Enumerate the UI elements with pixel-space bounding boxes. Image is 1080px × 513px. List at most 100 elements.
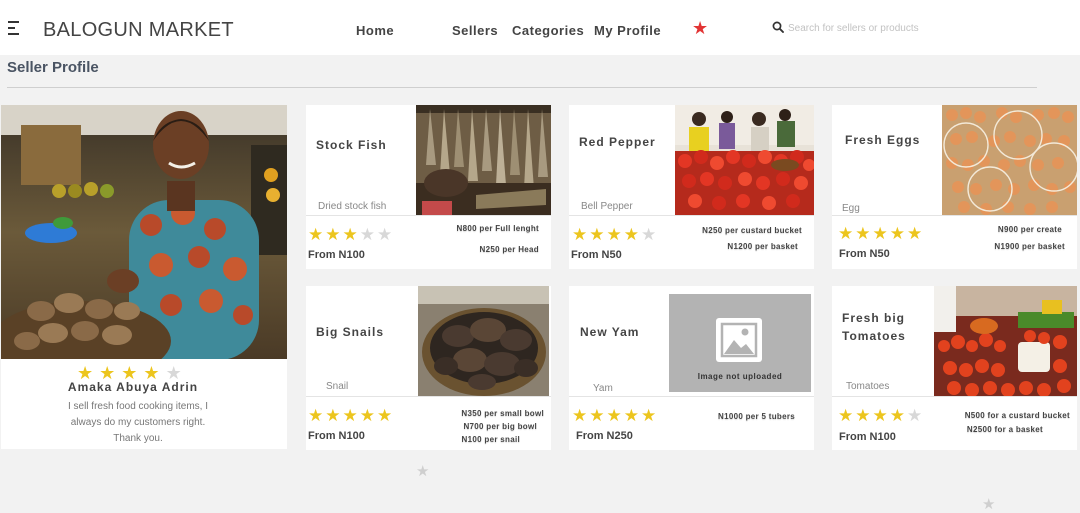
- star-icon: ★: [342, 406, 360, 425]
- menu-icon[interactable]: [8, 21, 19, 36]
- star-icon: ★: [855, 224, 873, 243]
- star-icon: ★: [872, 406, 890, 425]
- star-icon: ★: [359, 225, 377, 244]
- star-icon: ★: [872, 224, 890, 243]
- divider: [306, 396, 551, 397]
- star-icon: ★: [623, 406, 641, 425]
- seller-bio-line: I sell fresh food cooking items, I: [67, 401, 209, 412]
- product-card-fresh-eggs[interactable]: Fresh Eggs Egg ★★★★★ N900 per create N19…: [832, 105, 1077, 269]
- star-icon: ★: [572, 225, 590, 244]
- product-card-new-yam[interactable]: New Yam Yam Image not uploaded ★★★★★ N10…: [569, 286, 814, 450]
- image-placeholder-icon: [716, 318, 762, 362]
- product-card-fresh-big-tomatoes[interactable]: Fresh big Tomatoes Tomatoes ★★★★★ N500 f…: [832, 286, 1077, 450]
- star-icon: ★: [606, 225, 624, 244]
- nav-home[interactable]: Home: [356, 23, 394, 38]
- star-icon: ★: [342, 225, 360, 244]
- seller-bio-line: always do my customers right.: [70, 417, 206, 428]
- product-from-price: From N100: [308, 430, 365, 442]
- product-name: Big Snails: [316, 325, 385, 339]
- product-rating: ★★★★★: [838, 225, 924, 242]
- divider: [832, 396, 1077, 397]
- image-placeholder-label: Image not uploaded: [697, 372, 783, 381]
- nav-categories[interactable]: Categories: [512, 23, 584, 38]
- price-option: N500 for a custard bucket: [964, 411, 1070, 420]
- seller-name: Amaka Abuya Adrin: [67, 380, 199, 394]
- star-icon: ★: [325, 225, 343, 244]
- product-subtitle: Snail: [326, 381, 349, 392]
- product-subtitle: Yam: [593, 383, 613, 394]
- star-icon: ★: [377, 225, 395, 244]
- decorative-star-icon: ★: [416, 463, 430, 480]
- star-icon: ★: [308, 406, 326, 425]
- star-icon: ★: [838, 224, 856, 243]
- price-option: N1900 per basket: [994, 242, 1065, 251]
- product-from-price: From N100: [308, 249, 365, 261]
- star-icon: ★: [907, 224, 925, 243]
- star-icon: ★: [641, 406, 659, 425]
- product-rating: ★★★★★: [572, 407, 658, 424]
- divider: [7, 87, 1037, 88]
- product-from-price: From N100: [839, 431, 896, 443]
- product-from-price: From N50: [571, 249, 622, 261]
- price-option: N1200 per basket: [727, 242, 798, 251]
- star-icon: ★: [641, 225, 659, 244]
- product-card-big-snails[interactable]: Big Snails Snail ★★★★★ N350 per small bo…: [306, 286, 551, 450]
- price-option: N700 per big bowl: [463, 422, 537, 431]
- product-name: New Yam: [580, 325, 640, 339]
- star-icon: ★: [589, 406, 607, 425]
- search-input[interactable]: [788, 18, 1068, 38]
- brand-logo[interactable]: BALOGUN MARKET: [43, 19, 234, 42]
- nav-my-profile[interactable]: My Profile: [594, 23, 661, 38]
- top-bar: BALOGUN MARKET Home Sellers Categories M…: [0, 0, 1080, 55]
- price-option: N1000 per 5 tubers: [718, 412, 795, 421]
- product-photo: [934, 286, 1077, 396]
- price-option: N900 per create: [997, 225, 1062, 234]
- star-icon: ★: [325, 406, 343, 425]
- product-subtitle: Dried stock fish: [318, 201, 387, 212]
- product-from-price: From N250: [576, 430, 633, 442]
- product-from-price: From N50: [839, 248, 890, 260]
- price-option: N350 per small bowl: [461, 409, 544, 418]
- star-icon: ★: [606, 406, 624, 425]
- star-icon: ★: [889, 224, 907, 243]
- product-card-red-pepper[interactable]: Red Pepper Bell Pepper ★★★★★ N250 per cu…: [569, 105, 814, 269]
- divider: [569, 396, 814, 397]
- product-name: Red Pepper: [579, 135, 656, 149]
- divider: [306, 215, 551, 216]
- product-rating: ★★★★★: [572, 226, 658, 243]
- star-icon: ★: [359, 406, 377, 425]
- star-icon: ★: [572, 406, 590, 425]
- decorative-star-icon: ★: [982, 496, 996, 513]
- nav-sellers[interactable]: Sellers: [452, 23, 498, 38]
- star-icon: ★: [855, 406, 873, 425]
- star-icon: ★: [589, 225, 607, 244]
- product-rating: ★★★★★: [308, 407, 394, 424]
- price-option: N800 per Full lenght: [456, 224, 539, 233]
- favorites-star-icon[interactable]: ★: [692, 19, 708, 37]
- divider: [832, 215, 1077, 216]
- product-name-line: Fresh big: [842, 311, 906, 325]
- product-photo: [942, 105, 1077, 215]
- price-option: N100 per snail: [461, 435, 520, 444]
- price-option: N250 per custard bucket: [702, 226, 802, 235]
- product-name: Fresh Eggs: [845, 133, 921, 147]
- page-title: Seller Profile: [7, 59, 99, 76]
- price-option: N250 per Head: [479, 245, 539, 254]
- seller-bio-line: Thank you.: [113, 433, 163, 444]
- price-option: N2500 for a basket: [966, 425, 1043, 434]
- divider: [569, 215, 814, 216]
- search-icon[interactable]: [772, 21, 784, 33]
- product-name-line: Tomatoes: [842, 329, 906, 343]
- product-photo: [675, 105, 814, 215]
- product-name: Stock Fish: [316, 138, 387, 152]
- product-subtitle: Tomatoes: [846, 381, 890, 392]
- star-icon: ★: [889, 406, 907, 425]
- star-icon: ★: [377, 406, 395, 425]
- product-card-stock-fish[interactable]: Stock Fish Dried stock fish ★★★★★ N800 p…: [306, 105, 551, 269]
- product-rating: ★★★★★: [838, 407, 924, 424]
- star-icon: ★: [308, 225, 326, 244]
- product-photo: [418, 286, 549, 396]
- seller-card: ★★★★★ Amaka Abuya Adrin I sell fresh foo…: [1, 105, 287, 449]
- star-icon: ★: [907, 406, 925, 425]
- product-name: Fresh big Tomatoes: [842, 309, 942, 345]
